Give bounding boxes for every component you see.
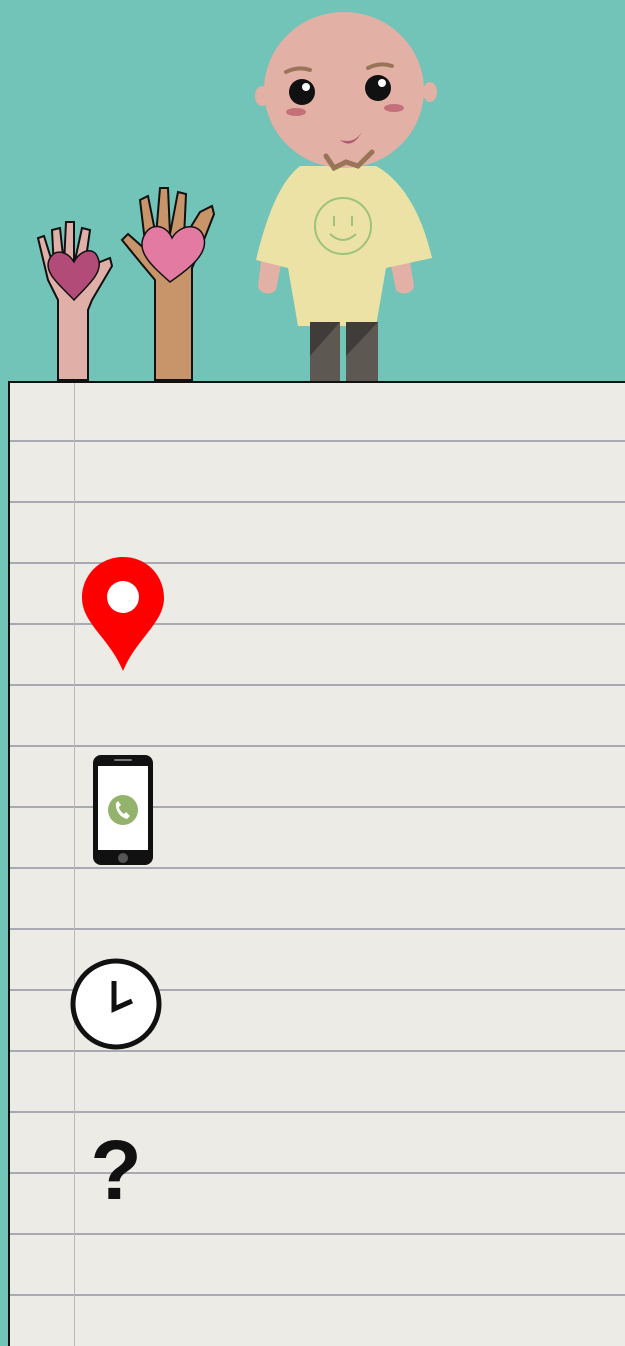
question-mark-icon[interactable]: ? (88, 1128, 144, 1212)
smartphone-phone-icon[interactable] (92, 754, 154, 866)
hand-heart-left-icon (36, 221, 114, 381)
character-illustration (255, 12, 437, 434)
map-pin-icon[interactable] (82, 557, 164, 671)
hand-heart-right-icon (120, 187, 216, 381)
paper-margin-line (74, 383, 75, 1346)
header-illustration (36, 12, 437, 434)
clock-icon[interactable] (69, 957, 163, 1051)
